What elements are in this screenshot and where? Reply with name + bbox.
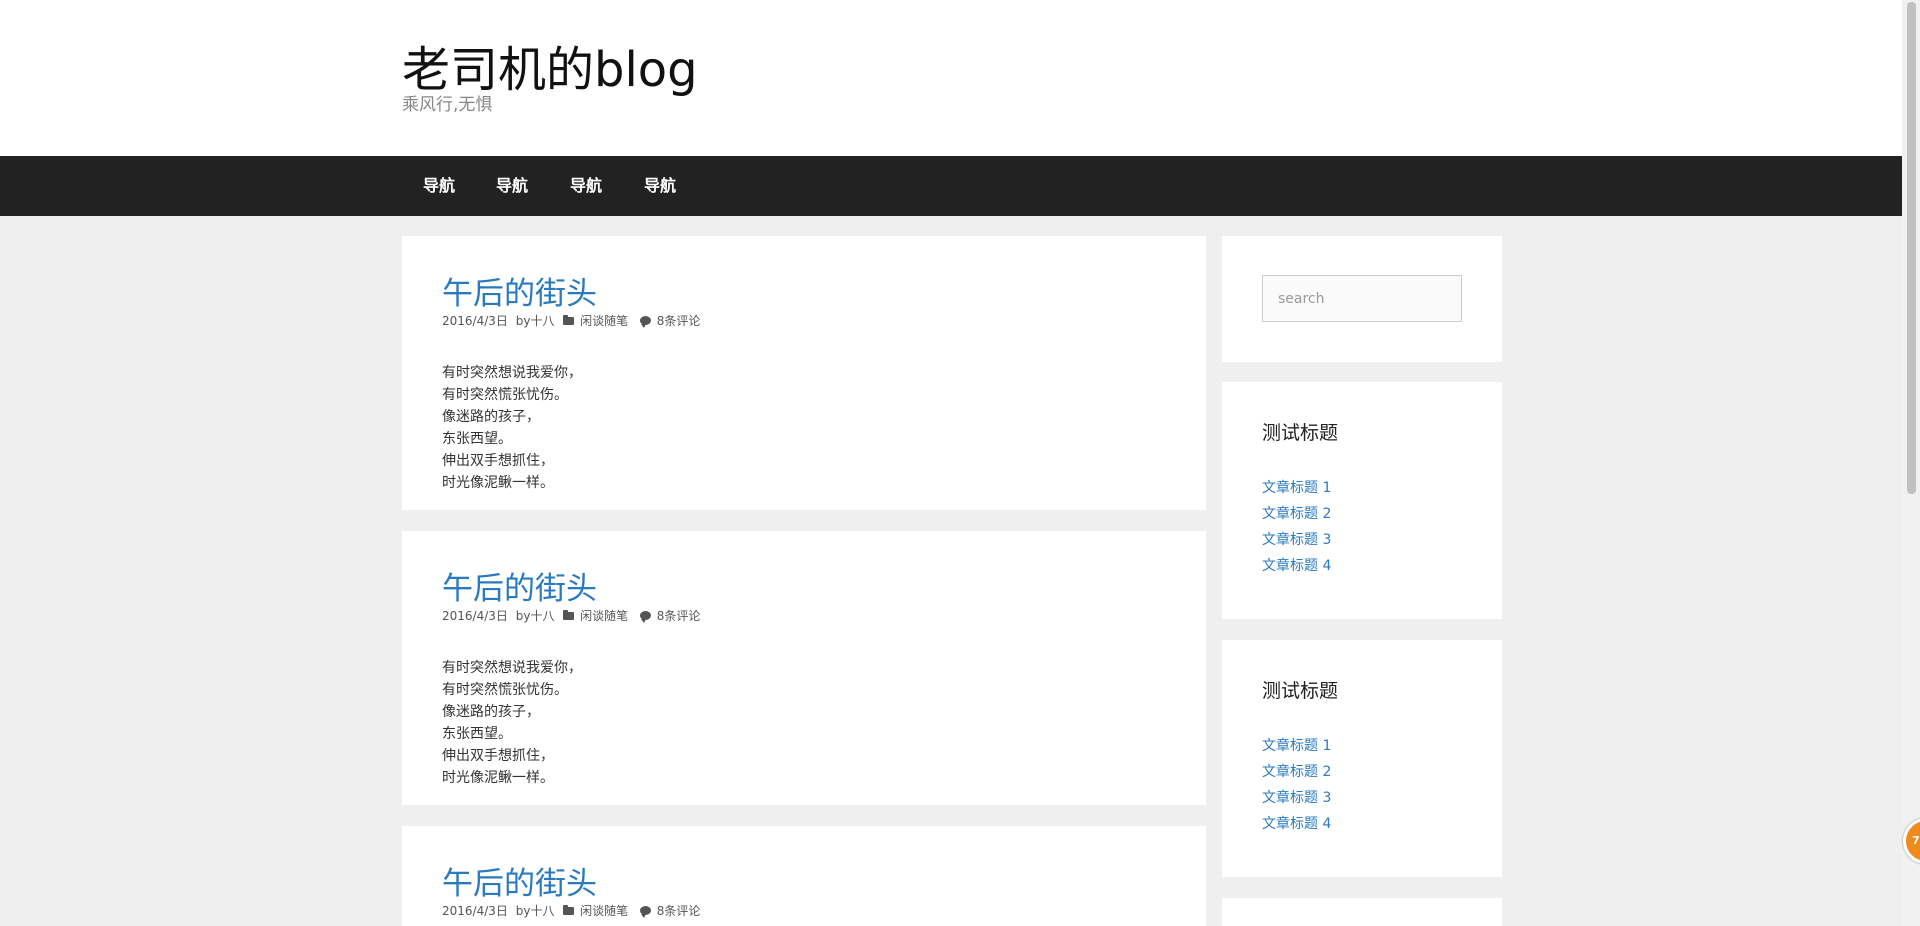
- post-comments[interactable]: 8条评论: [657, 313, 701, 329]
- comment-icon: [639, 316, 651, 328]
- nav-item-2[interactable]: 导航: [496, 156, 528, 216]
- post-line: 东张西望。: [442, 726, 512, 742]
- post-line: 伸出双手想抓住，: [442, 453, 554, 469]
- post-category[interactable]: 闲谈随笔: [580, 313, 628, 329]
- post-title[interactable]: 午后的街头: [442, 274, 597, 314]
- scrollbar-thumb[interactable]: [1907, 2, 1916, 494]
- post-date: 2016/4/3日: [442, 313, 508, 328]
- post-line: 时光像泥鳅一样。: [442, 475, 554, 491]
- post-title[interactable]: 午后的街头: [442, 569, 597, 609]
- post-date: 2016/4/3日: [442, 903, 508, 918]
- nav-item-1[interactable]: 导航: [423, 156, 455, 216]
- post-comments[interactable]: 8条评论: [657, 903, 701, 919]
- site-tagline: 乘风行,无惧: [402, 95, 493, 115]
- search-widget: [1222, 236, 1502, 362]
- post-line: 东张西望。: [442, 431, 512, 447]
- post-line: 像迷路的孩子，: [442, 704, 540, 720]
- nav-item-4[interactable]: 导航: [644, 156, 676, 216]
- post-meta: 2016/4/3日 by十八 闲谈随笔 8条评论: [442, 312, 700, 329]
- post-author[interactable]: by十八: [516, 313, 555, 329]
- post-comments[interactable]: 8条评论: [657, 608, 701, 624]
- post-line: 有时突然想说我爱你，: [442, 660, 582, 676]
- folder-icon: [563, 610, 575, 620]
- post-card: 午后的街头 2016/4/3日 by十八 闲谈随笔 8条评论 有时突然想说我爱你…: [402, 531, 1206, 805]
- main-navigation: 导航 导航 导航 导航: [0, 156, 1902, 216]
- widget-title: 测试标题: [1262, 422, 1339, 444]
- post-card: 午后的街头 2016/4/3日 by十八 闲谈随笔 8条评论: [402, 826, 1206, 926]
- sidebar-widget: [1222, 898, 1502, 926]
- post-line: 伸出双手想抓住，: [442, 748, 554, 764]
- post-meta: 2016/4/3日 by十八 闲谈随笔 8条评论: [442, 607, 700, 624]
- widget-link[interactable]: 文章标题 2: [1262, 763, 1331, 781]
- post-meta: 2016/4/3日 by十八 闲谈随笔 8条评论: [442, 902, 700, 919]
- folder-icon: [563, 315, 575, 325]
- site-title[interactable]: 老司机的blog: [402, 42, 698, 98]
- site-header: 老司机的blog 乘风行,无惧: [0, 0, 1902, 156]
- post-excerpt: 有时突然想说我爱你， 有时突然慌张忧伤。 像迷路的孩子， 东张西望。 伸出双手想…: [442, 657, 582, 789]
- post-line: 有时突然慌张忧伤。: [442, 682, 568, 698]
- widget-link[interactable]: 文章标题 2: [1262, 505, 1331, 523]
- comment-icon: [639, 611, 651, 623]
- widget-link[interactable]: 文章标题 3: [1262, 789, 1331, 807]
- post-line: 有时突然慌张忧伤。: [442, 387, 568, 403]
- search-input[interactable]: [1262, 275, 1462, 322]
- widget-link[interactable]: 文章标题 3: [1262, 531, 1331, 549]
- widget-link[interactable]: 文章标题 1: [1262, 479, 1331, 497]
- comment-icon: [639, 906, 651, 918]
- post-category[interactable]: 闲谈随笔: [580, 608, 628, 624]
- post-author[interactable]: by十八: [516, 903, 555, 919]
- post-card: 午后的街头 2016/4/3日 by十八 闲谈随笔 8条评论 有时突然想说我爱你…: [402, 236, 1206, 510]
- post-date: 2016/4/3日: [442, 608, 508, 623]
- widget-link[interactable]: 文章标题 1: [1262, 737, 1331, 755]
- sidebar-widget: 测试标题 文章标题 1 文章标题 2 文章标题 3 文章标题 4: [1222, 640, 1502, 877]
- post-excerpt: 有时突然想说我爱你， 有时突然慌张忧伤。 像迷路的孩子， 东张西望。 伸出双手想…: [442, 362, 582, 494]
- post-author[interactable]: by十八: [516, 608, 555, 624]
- post-line: 像迷路的孩子，: [442, 409, 540, 425]
- widget-link[interactable]: 文章标题 4: [1262, 557, 1331, 575]
- widget-link[interactable]: 文章标题 4: [1262, 815, 1331, 833]
- post-line: 有时突然想说我爱你，: [442, 365, 582, 381]
- post-category[interactable]: 闲谈随笔: [580, 903, 628, 919]
- post-line: 时光像泥鳅一样。: [442, 770, 554, 786]
- sidebar-widget: 测试标题 文章标题 1 文章标题 2 文章标题 3 文章标题 4: [1222, 382, 1502, 619]
- nav-item-3[interactable]: 导航: [570, 156, 602, 216]
- widget-title: 测试标题: [1262, 680, 1339, 702]
- scrollbar[interactable]: [1902, 0, 1920, 926]
- post-title[interactable]: 午后的街头: [442, 864, 597, 904]
- folder-icon: [563, 905, 575, 915]
